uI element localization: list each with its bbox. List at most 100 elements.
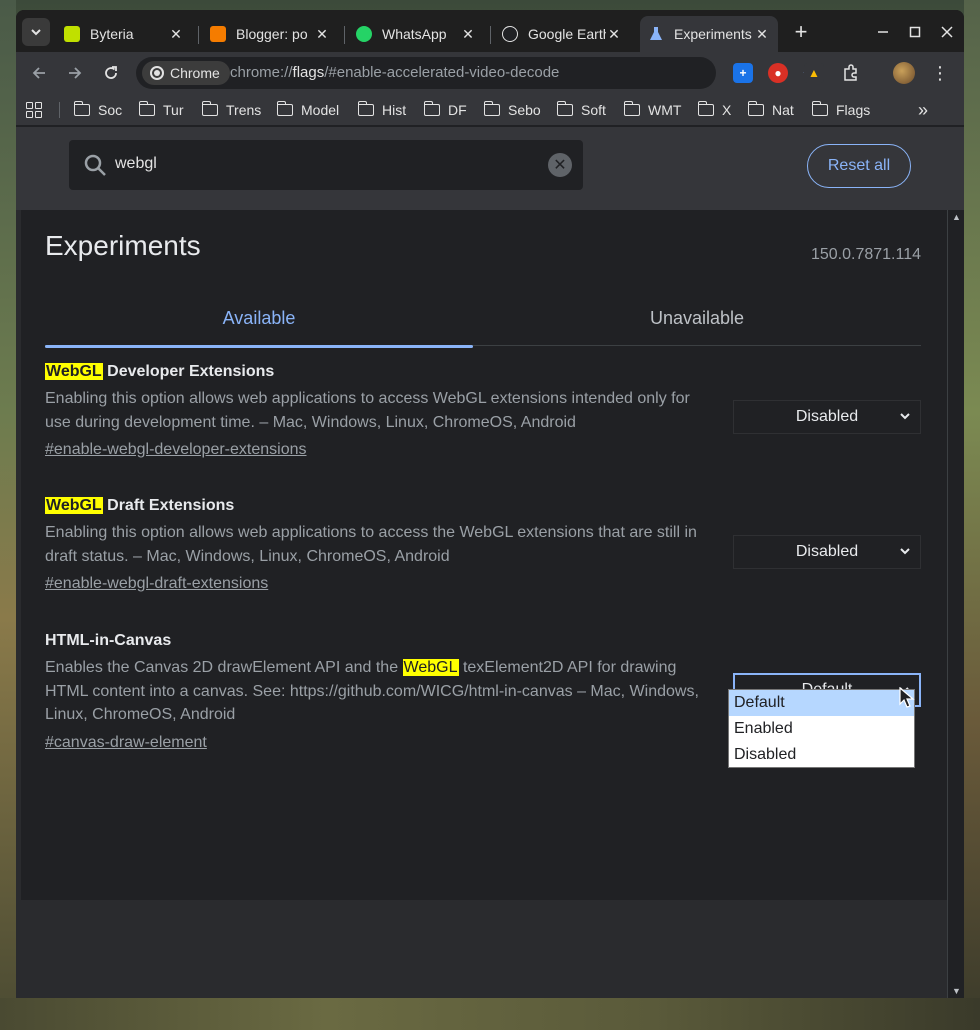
tab-google-earth[interactable]: Google Earth ✕ bbox=[494, 16, 630, 52]
forward-arrow-icon[interactable] bbox=[63, 61, 87, 85]
extension-bolt-icon[interactable]: ▲ bbox=[804, 63, 824, 83]
bookmarks-bar: Soc Tur Trens Model Hist DF Sebo Soft WM… bbox=[16, 94, 964, 126]
folder-icon bbox=[423, 101, 440, 116]
tab-byteria[interactable]: Byteria ✕ bbox=[56, 16, 192, 52]
desktop-wallpaper-bottom bbox=[0, 998, 980, 1030]
scroll-up-arrow-icon[interactable]: ▲ bbox=[952, 212, 961, 222]
tab-experiments[interactable]: Experiments ✕ bbox=[640, 16, 778, 52]
bookmark-folder[interactable]: Hist bbox=[357, 99, 406, 121]
close-window-icon[interactable] bbox=[935, 20, 959, 44]
google-earth-favicon-icon bbox=[502, 26, 518, 42]
flag-name: WebGL Developer Extensions bbox=[45, 363, 275, 380]
search-query: webgl bbox=[115, 155, 157, 172]
flag-permalink[interactable]: #enable-webgl-developer-extensions bbox=[45, 438, 307, 461]
close-icon[interactable]: ✕ bbox=[460, 26, 476, 42]
search-icon bbox=[84, 154, 106, 176]
availability-tabs: Available Unavailable bbox=[45, 290, 921, 348]
bookmark-folder[interactable]: WMT bbox=[623, 99, 681, 121]
bookmark-folder[interactable]: Tur bbox=[138, 99, 183, 121]
bookmark-folder[interactable]: Sebo bbox=[483, 99, 541, 121]
option-enabled[interactable]: Enabled bbox=[729, 716, 914, 742]
chevron-down-icon bbox=[31, 29, 41, 36]
apps-grid-icon[interactable] bbox=[26, 102, 42, 118]
bookmark-folder[interactable]: Model bbox=[276, 99, 339, 121]
scroll-down-arrow-icon[interactable]: ▼ bbox=[952, 986, 961, 996]
folder-icon bbox=[201, 101, 218, 116]
tab-separator bbox=[490, 26, 491, 44]
new-tab-plus-icon[interactable]: + bbox=[789, 19, 813, 44]
flag-state-select[interactable]: Disabled bbox=[733, 400, 921, 434]
flags-page: webgl ✕ Reset all Experiments 150.0.7871… bbox=[16, 127, 964, 998]
bookmark-folder[interactable]: Trens bbox=[201, 99, 261, 121]
tab-separator bbox=[344, 26, 345, 44]
byteria-favicon-icon bbox=[64, 26, 80, 42]
close-icon[interactable]: ✕ bbox=[606, 26, 622, 42]
chrome-icon bbox=[150, 66, 164, 80]
close-icon[interactable]: ✕ bbox=[314, 26, 330, 42]
tab-separator bbox=[198, 26, 199, 44]
profile-avatar[interactable] bbox=[893, 62, 915, 84]
address-bar[interactable]: Chrome chrome://flags/#enable-accelerate… bbox=[136, 57, 820, 89]
main-content: Experiments 150.0.7871.114 Available Una… bbox=[21, 210, 947, 900]
folder-icon bbox=[483, 101, 500, 116]
chip-label: Chrome bbox=[170, 65, 220, 81]
flag-item: WebGL Developer Extensions Enabling this… bbox=[45, 360, 921, 461]
tab-label: Google Earth bbox=[528, 26, 606, 42]
page-title: Experiments bbox=[45, 230, 201, 261]
bookmark-folder[interactable]: X bbox=[697, 99, 731, 121]
tab-available[interactable]: Available bbox=[45, 290, 473, 348]
tab-label: Blogger: po bbox=[236, 26, 308, 42]
menu-kebab-icon[interactable]: ⋮ bbox=[930, 62, 950, 84]
tab-search-button[interactable] bbox=[22, 18, 50, 46]
option-default[interactable]: Default bbox=[729, 690, 914, 716]
flag-description: Enabling this option allows web applicat… bbox=[45, 390, 690, 431]
version-label: 150.0.7871.114 bbox=[810, 246, 921, 263]
flag-description: Enables the Canvas 2D drawElement API an… bbox=[45, 659, 699, 723]
folder-icon bbox=[73, 101, 90, 116]
flag-state-select[interactable]: Disabled bbox=[733, 535, 921, 569]
bookmark-folder[interactable]: Soc bbox=[73, 99, 122, 121]
reset-all-button[interactable]: Reset all bbox=[807, 144, 911, 188]
flag-name: HTML-in-Canvas bbox=[45, 632, 172, 649]
page-footer-area bbox=[21, 900, 947, 998]
bookmark-folder[interactable]: Nat bbox=[747, 99, 794, 121]
bookmark-folder[interactable]: DF bbox=[423, 99, 467, 121]
maximize-icon[interactable] bbox=[903, 20, 927, 44]
extension-shield-icon[interactable]: ● bbox=[768, 63, 788, 83]
tab-blogger[interactable]: Blogger: po ✕ bbox=[202, 16, 338, 52]
chevron-down-icon bbox=[900, 413, 910, 420]
reload-icon[interactable] bbox=[99, 61, 123, 85]
close-icon[interactable]: ✕ bbox=[168, 26, 184, 42]
flag-permalink[interactable]: #canvas-draw-element bbox=[45, 731, 207, 754]
flag-description: Enabling this option allows web applicat… bbox=[45, 524, 697, 565]
tab-label: Experiments bbox=[674, 26, 752, 42]
search-input[interactable]: webgl ✕ bbox=[69, 140, 583, 190]
extensions-puzzle-icon[interactable] bbox=[841, 63, 861, 83]
minimize-icon[interactable] bbox=[871, 20, 895, 44]
mouse-cursor-icon bbox=[899, 687, 915, 708]
url-text: chrome://flags/#enable-accelerated-video… bbox=[230, 64, 560, 81]
back-arrow-icon[interactable] bbox=[27, 61, 51, 85]
close-icon[interactable]: ✕ bbox=[754, 26, 770, 42]
flag-permalink[interactable]: #enable-webgl-draft-extensions bbox=[45, 572, 268, 595]
folder-icon bbox=[276, 101, 293, 116]
tab-unavailable[interactable]: Unavailable bbox=[483, 290, 911, 346]
toolbar: Chrome chrome://flags/#enable-accelerate… bbox=[16, 52, 964, 94]
extension-plus-icon[interactable]: + bbox=[733, 63, 753, 83]
bookmark-folder[interactable]: Flags bbox=[811, 99, 870, 121]
whatsapp-favicon-icon bbox=[356, 26, 372, 42]
folder-icon bbox=[556, 101, 573, 116]
bookmark-separator bbox=[59, 102, 60, 118]
folder-icon bbox=[138, 101, 155, 116]
tab-label: WhatsApp bbox=[382, 26, 447, 42]
tab-whatsapp[interactable]: WhatsApp ✕ bbox=[348, 16, 484, 52]
bookmark-folder[interactable]: Soft bbox=[556, 99, 606, 121]
blogger-favicon-icon bbox=[210, 26, 226, 42]
option-disabled[interactable]: Disabled bbox=[729, 742, 914, 768]
site-info-chip[interactable]: Chrome bbox=[142, 61, 230, 85]
folder-icon bbox=[811, 101, 828, 116]
dropdown-options-list: Default Enabled Disabled bbox=[728, 689, 915, 768]
chevron-double-right-icon[interactable]: » bbox=[918, 100, 928, 121]
clear-search-icon[interactable]: ✕ bbox=[548, 153, 572, 177]
vertical-scrollbar[interactable]: ▲ ▼ bbox=[947, 210, 964, 998]
